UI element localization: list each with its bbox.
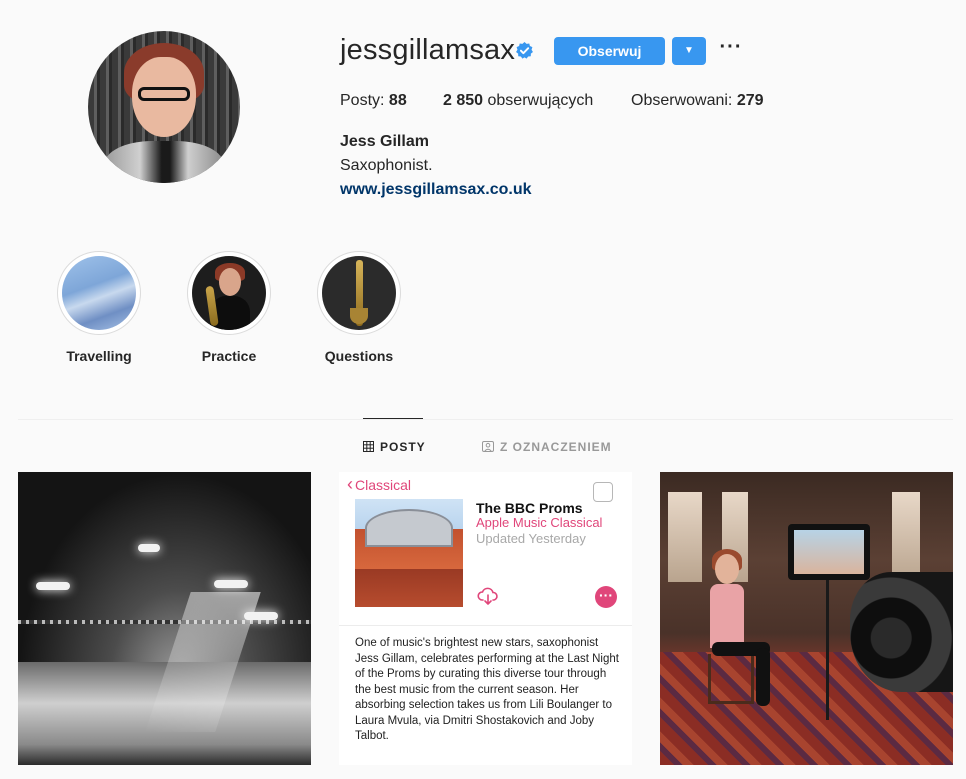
- balcony-rail: [18, 620, 311, 624]
- following-count-label: Obserwowani:: [631, 92, 733, 109]
- profile-website-link[interactable]: www.jessgillamsax.co.uk: [340, 181, 532, 199]
- back-link-label: Classical: [355, 477, 412, 493]
- playlist-title: The BBC Proms: [476, 500, 583, 516]
- tripod: [826, 580, 829, 720]
- field-monitor: [788, 524, 870, 580]
- divider: [339, 625, 632, 626]
- grid-icon: [363, 441, 374, 452]
- followers-count[interactable]: 2 850 obserwujących: [443, 92, 593, 110]
- highlight-label: Travelling: [66, 348, 132, 364]
- royal-albert-hall-dome: [365, 509, 453, 547]
- posts-count-value: 88: [388, 92, 407, 109]
- tab-posts-label: POSTY: [380, 440, 426, 454]
- highlight-ring: [57, 251, 141, 335]
- highlight-questions[interactable]: Questions: [317, 251, 401, 364]
- following-count-value: 279: [736, 92, 764, 109]
- highlight-cover-image: [192, 256, 266, 330]
- window: [668, 492, 702, 582]
- post-thumbnail-interview[interactable]: [660, 472, 953, 765]
- person-body: [710, 584, 744, 648]
- chair: [708, 654, 754, 704]
- highlight-ring: [187, 251, 271, 335]
- tab-tagged[interactable]: Z OZNACZENIEM: [482, 440, 612, 454]
- person-head: [715, 554, 739, 584]
- follow-button[interactable]: Obserwuj: [554, 37, 665, 65]
- cloud-download-icon: [477, 587, 498, 605]
- followers-count-label: obserwujących: [487, 92, 594, 109]
- verified-badge-icon: [516, 41, 533, 59]
- chandelier-light: [244, 612, 278, 620]
- person-shins: [756, 648, 770, 706]
- playlist-updated: Updated Yesterday: [476, 531, 586, 546]
- chandelier-light: [138, 544, 160, 552]
- window: [892, 492, 920, 582]
- highlight-cover-image: [322, 256, 396, 330]
- profile-avatar[interactable]: [88, 31, 240, 183]
- caret-down-icon: ▼: [684, 45, 694, 56]
- camera-lens: [850, 572, 953, 692]
- suggestions-dropdown-button[interactable]: ▼: [672, 37, 706, 65]
- highlight-travelling[interactable]: Travelling: [57, 251, 141, 364]
- following-count[interactable]: Obserwowani: 279: [631, 92, 764, 110]
- post-thumbnail-concert-hall[interactable]: [18, 472, 311, 765]
- tabs-divider: [18, 419, 953, 420]
- highlight-ring: [317, 251, 401, 335]
- posts-count-label: Posty:: [340, 92, 385, 109]
- profile-username: jessgillamsax: [340, 34, 516, 66]
- posts-count: Posty: 88: [340, 92, 407, 110]
- chandelier-light: [36, 582, 70, 590]
- highlight-label: Questions: [324, 348, 394, 364]
- highlight-label: Practice: [201, 348, 257, 364]
- active-tab-indicator: [363, 418, 423, 419]
- ellipsis-icon: ···: [595, 586, 617, 608]
- avatar-jacket: [104, 141, 224, 183]
- tab-posts[interactable]: POSTY: [363, 440, 426, 454]
- playlist-artwork: [355, 499, 463, 607]
- tagged-person-icon: [482, 441, 494, 452]
- profile-bio: Saxophonist.: [340, 157, 433, 174]
- followers-count-value: 2 850: [443, 92, 484, 109]
- chevron-left-icon: ‹: [347, 474, 353, 494]
- post-thumbnail-apple-music[interactable]: ‹ Classical The BBC Proms Apple Music Cla…: [339, 472, 632, 765]
- highlight-cover-image: [62, 256, 136, 330]
- chandelier-light: [214, 580, 248, 588]
- avatar-glasses: [138, 87, 190, 101]
- playlist-description: One of music's brightest new stars, saxo…: [355, 637, 619, 742]
- profile-full-name: Jess Gillam: [340, 133, 429, 150]
- tab-tagged-label: Z OZNACZENIEM: [500, 440, 612, 454]
- playlist-curator: Apple Music Classical: [476, 515, 603, 530]
- highlight-practice[interactable]: Practice: [187, 251, 271, 364]
- back-link: ‹ Classical: [347, 474, 411, 495]
- more-options-button[interactable]: ···: [719, 36, 743, 62]
- multi-post-icon: [593, 482, 613, 502]
- ellipsis-icon: ···: [719, 36, 743, 58]
